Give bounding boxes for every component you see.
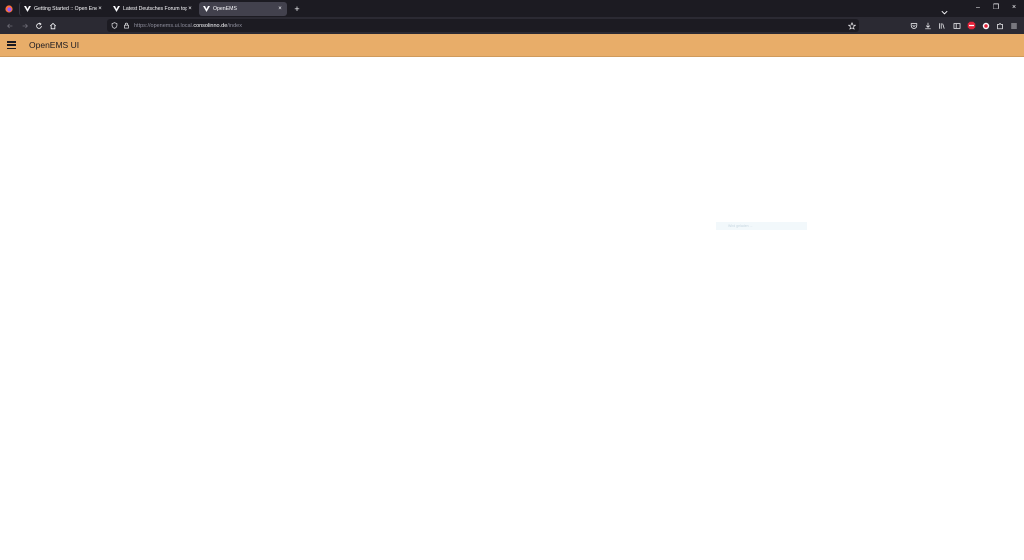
- browser-tab-strip: Getting Started :: Open Energy × Latest …: [0, 0, 1024, 17]
- forward-button[interactable]: [19, 20, 30, 31]
- url-domain: consolinno.de: [193, 22, 228, 29]
- arrow-left-icon: [6, 23, 12, 28]
- menu-icon: [1010, 23, 1017, 28]
- openems-favicon-icon: [203, 6, 210, 13]
- puzzle-icon: [996, 22, 1003, 29]
- openems-favicon-icon: [113, 6, 120, 13]
- download-icon: [924, 22, 931, 29]
- tab-getting-started[interactable]: Getting Started :: Open Energy ×: [19, 2, 107, 16]
- arrow-right-icon: [22, 23, 28, 28]
- hamburger-bar: [7, 47, 16, 49]
- close-window-button[interactable]: ×: [1009, 3, 1019, 13]
- tab-close-icon[interactable]: ×: [277, 6, 283, 12]
- back-button[interactable]: [4, 20, 15, 31]
- extension-badge-icon: [982, 22, 989, 29]
- browser-navigation-bar: https://openems.ui.local.consolinno.de/i…: [0, 17, 1024, 34]
- library-icon: [938, 22, 945, 29]
- tab-close-icon[interactable]: ×: [97, 6, 103, 12]
- adblock-icon: [967, 21, 976, 30]
- loading-hint: Wird geladen ...: [716, 222, 807, 230]
- library-button[interactable]: [937, 21, 946, 30]
- tab-title: Getting Started :: Open Energy: [34, 6, 97, 12]
- tab-forum[interactable]: Latest Deutsches Forum topics ×: [109, 2, 197, 16]
- app-header: OpenEMS UI: [0, 34, 1024, 57]
- tab-title: Latest Deutsches Forum topics: [123, 6, 187, 12]
- adblock-extension-button[interactable]: [967, 21, 976, 30]
- shield-icon: [111, 22, 118, 29]
- new-tab-button[interactable]: +: [291, 3, 303, 15]
- sidebar-icon: [953, 22, 960, 29]
- pocket-button[interactable]: [909, 21, 918, 30]
- maximize-button[interactable]: ❐: [991, 3, 1001, 13]
- menu-toggle-button[interactable]: [7, 41, 16, 49]
- url-path: /index: [227, 22, 242, 29]
- reload-button[interactable]: [33, 20, 44, 31]
- list-all-tabs-button[interactable]: [940, 4, 949, 15]
- home-icon: [49, 22, 56, 29]
- tab-close-icon[interactable]: ×: [187, 6, 193, 12]
- url-text: https://openems.ui.local.consolinno.de/i…: [134, 23, 242, 29]
- pocket-icon: [910, 22, 917, 29]
- tab-title: OpenEMS: [213, 6, 237, 12]
- firefox-icon: [4, 4, 13, 13]
- tab-openems[interactable]: OpenEMS ×: [199, 2, 287, 16]
- hamburger-bar: [7, 44, 16, 46]
- app-menu-button[interactable]: [1009, 21, 1018, 30]
- extensions-button[interactable]: [995, 21, 1004, 30]
- chevron-down-icon: [941, 10, 948, 15]
- app-title: OpenEMS UI: [29, 40, 80, 50]
- downloads-button[interactable]: [923, 21, 932, 30]
- extension-button[interactable]: [981, 21, 990, 30]
- bookmark-star-icon[interactable]: [848, 21, 856, 30]
- sidebar-button[interactable]: [952, 21, 961, 30]
- lock-icon: [124, 22, 129, 29]
- address-bar[interactable]: https://openems.ui.local.consolinno.de/i…: [107, 19, 859, 32]
- openems-favicon-icon: [24, 6, 31, 13]
- url-prefix: https://openems.ui.local.: [134, 22, 194, 29]
- firefox-view-button[interactable]: [0, 0, 17, 17]
- reload-icon: [35, 21, 42, 29]
- home-button[interactable]: [47, 20, 58, 31]
- hamburger-bar: [7, 41, 16, 43]
- minimize-button[interactable]: –: [973, 3, 983, 13]
